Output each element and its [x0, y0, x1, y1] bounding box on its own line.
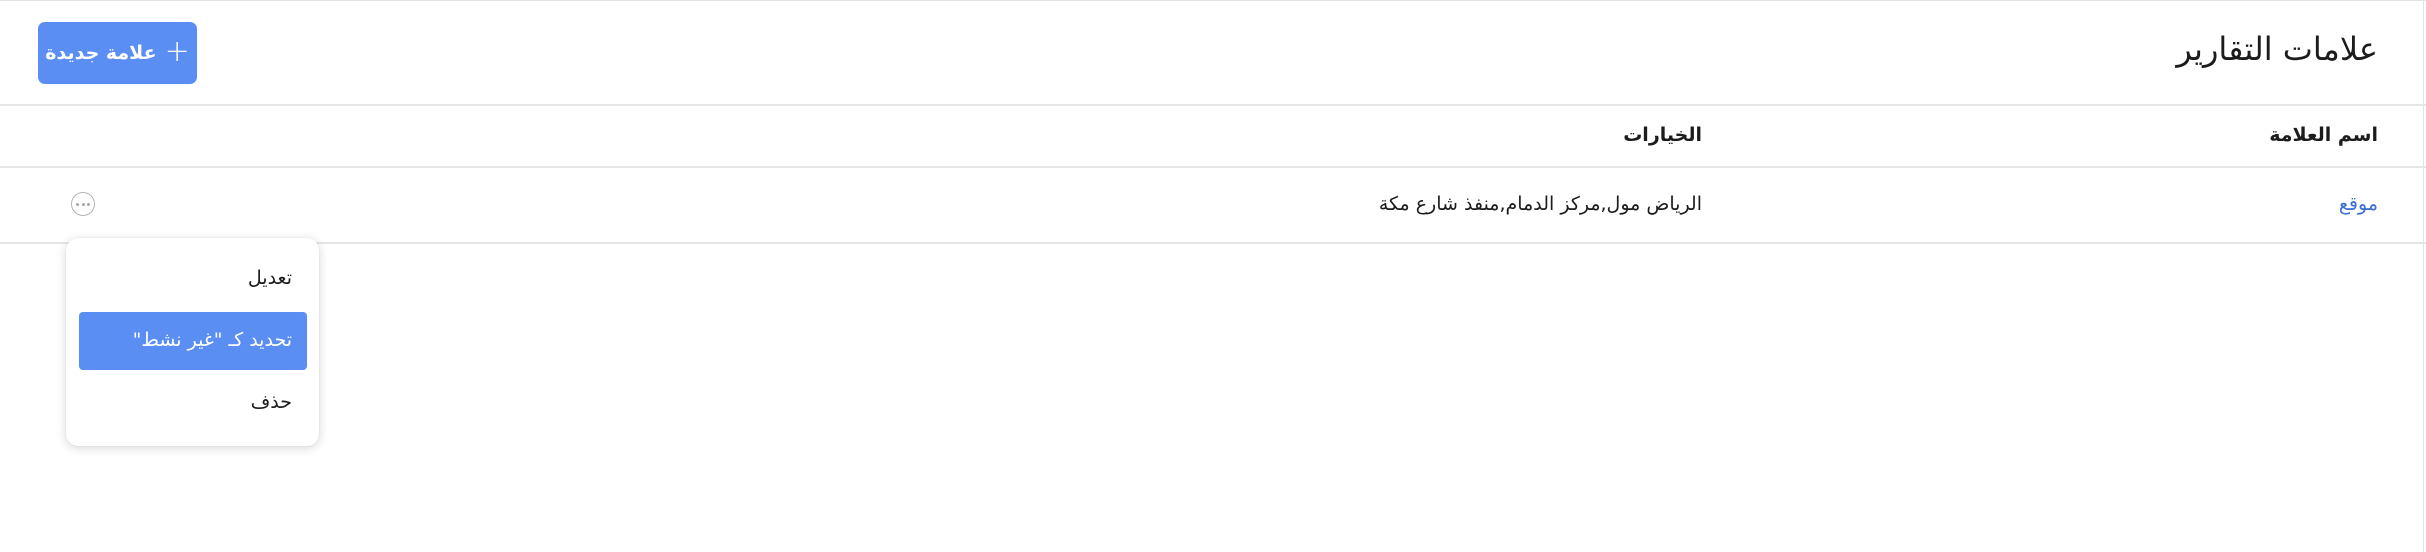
- page: علامات التقارير + علامة جديدة اسم العلام…: [0, 0, 2426, 552]
- page-header: علامات التقارير + علامة جديدة: [0, 0, 2426, 106]
- new-tag-button[interactable]: + علامة جديدة: [38, 22, 197, 84]
- menu-item-edit[interactable]: تعديل: [79, 250, 307, 308]
- dot: [76, 202, 80, 206]
- plus-icon: +: [164, 33, 190, 69]
- column-header-tag-name: اسم العلامة: [2269, 124, 2378, 146]
- row-actions-menu: تعديل تحديد كـ "غير نشط" حذف: [66, 238, 319, 446]
- menu-item-edit-label: تعديل: [247, 267, 292, 289]
- tag-options-value: الرياض مول,مركز الدمام,منفذ شارع مكة: [1378, 193, 1702, 215]
- menu-item-delete-label: حذف: [250, 391, 292, 413]
- tag-name-link[interactable]: موقع: [2339, 193, 2378, 215]
- more-options-icon[interactable]: [71, 192, 95, 216]
- dot: [81, 202, 85, 206]
- new-tag-button-label: علامة جديدة: [45, 42, 157, 64]
- column-header-options: الخيارات: [1623, 124, 1702, 146]
- menu-item-delete[interactable]: حذف: [79, 374, 307, 432]
- page-title: علامات التقارير: [2176, 30, 2378, 68]
- table-header-row: اسم العلامة الخيارات: [0, 106, 2426, 168]
- menu-item-mark-inactive[interactable]: تحديد كـ "غير نشط": [79, 312, 307, 370]
- menu-item-mark-inactive-label: تحديد كـ "غير نشط": [132, 329, 292, 351]
- dot: [86, 202, 90, 206]
- table-row: موقع الرياض مول,مركز الدمام,منفذ شارع مك…: [0, 168, 2426, 244]
